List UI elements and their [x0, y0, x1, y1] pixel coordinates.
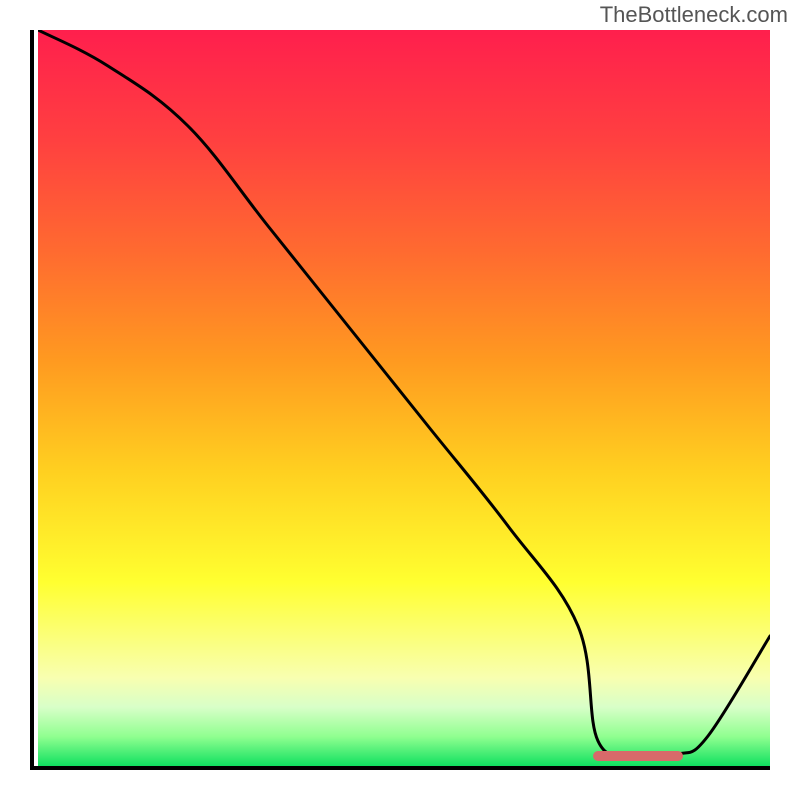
- plot-frame: [30, 30, 770, 770]
- curve-layer: [38, 30, 770, 766]
- chart-container: TheBottleneck.com: [0, 0, 800, 800]
- plot-area: [38, 30, 770, 766]
- watermark-text: TheBottleneck.com: [600, 2, 788, 28]
- bottleneck-curve: [38, 30, 770, 756]
